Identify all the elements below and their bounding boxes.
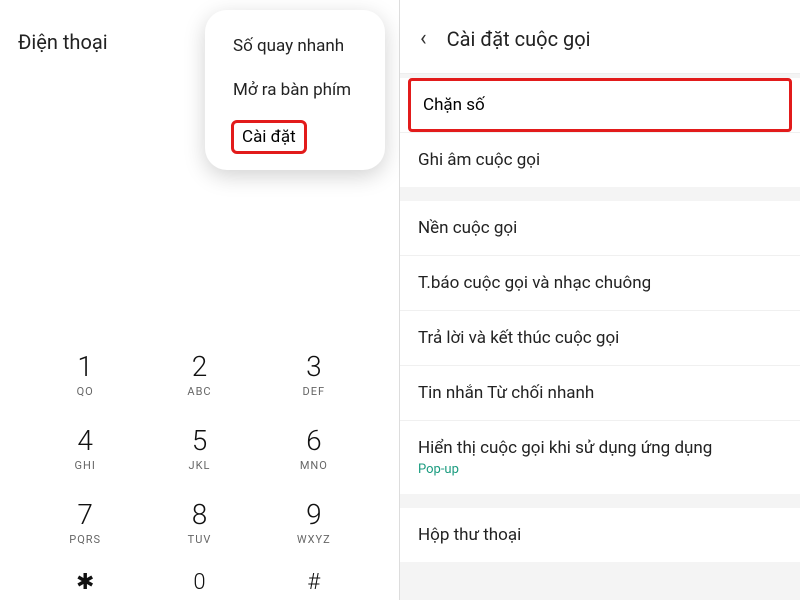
settings-group-1: Chặn số Ghi âm cuộc gọi (400, 78, 800, 187)
dialer-keypad: 1 QO 2 ABC 3 DEF 4 GHI 5 JKL 6 MNO (0, 338, 399, 600)
key-7[interactable]: 7 PQRS (28, 486, 142, 560)
key-8[interactable]: 8 TUV (142, 486, 256, 560)
key-sub: MNO (300, 459, 328, 471)
key-digit: 5 (192, 427, 208, 455)
overflow-menu: Số quay nhanh Mở ra bàn phím Cài đặt (205, 10, 385, 170)
key-sub: PQRS (69, 533, 101, 545)
key-sub: WXYZ (297, 533, 331, 545)
menu-speed-dial[interactable]: Số quay nhanh (227, 24, 363, 68)
key-digit: 7 (77, 501, 93, 529)
key-digit: 1 (77, 353, 93, 381)
setting-alerts-ringtone[interactable]: T.báo cuộc gọi và nhạc chuông (400, 255, 800, 310)
key-9[interactable]: 9 WXYZ (257, 486, 371, 560)
call-settings-pane: ‹ Cài đặt cuộc gọi Chặn số Ghi âm cuộc g… (400, 0, 800, 600)
key-digit: 0 (193, 572, 205, 594)
key-sub: JKL (189, 459, 211, 471)
phone-pane: Điện thoại Số quay nhanh Mở ra bàn phím … (0, 0, 400, 600)
menu-settings-highlighted[interactable]: Cài đặt (231, 120, 307, 154)
setting-label: Hiển thị cuộc gọi khi sử dụng ứng dụng (418, 438, 712, 458)
settings-group-2: Nền cuộc gọi T.báo cuộc gọi và nhạc chuô… (400, 201, 800, 494)
setting-block-numbers-highlighted[interactable]: Chặn số (408, 78, 792, 132)
key-digit: 4 (77, 427, 93, 455)
key-digit: 2 (192, 353, 208, 381)
key-digit: ✱ (76, 572, 94, 594)
key-sub: GHI (74, 459, 95, 471)
key-sub: DEF (303, 385, 326, 397)
key-1[interactable]: 1 QO (28, 338, 142, 412)
menu-open-keypad[interactable]: Mở ra bàn phím (227, 68, 363, 112)
setting-answer-end[interactable]: Trả lời và kết thúc cuộc gọi (400, 310, 800, 365)
key-5[interactable]: 5 JKL (142, 412, 256, 486)
key-3[interactable]: 3 DEF (257, 338, 371, 412)
setting-show-calls-in-apps[interactable]: Hiển thị cuộc gọi khi sử dụng ứng dụng P… (400, 420, 800, 494)
setting-voicemail[interactable]: Hộp thư thoại (400, 508, 800, 562)
key-sub: QO (77, 385, 94, 397)
key-star[interactable]: ✱ (28, 560, 142, 600)
key-4[interactable]: 4 GHI (28, 412, 142, 486)
key-0[interactable]: 0 (142, 560, 256, 600)
back-icon[interactable]: ‹ (414, 24, 433, 53)
key-2[interactable]: 2 ABC (142, 338, 256, 412)
settings-title: Cài đặt cuộc gọi (447, 27, 591, 51)
key-hash[interactable]: # (257, 560, 371, 600)
setting-call-background[interactable]: Nền cuộc gọi (400, 201, 800, 255)
setting-quick-decline[interactable]: Tin nhắn Từ chối nhanh (400, 365, 800, 420)
setting-call-recording[interactable]: Ghi âm cuộc gọi (400, 132, 800, 187)
key-digit: 6 (306, 427, 322, 455)
key-sub: ABC (187, 385, 211, 397)
key-sub: TUV (188, 533, 212, 545)
phone-title: Điện thoại (18, 30, 108, 54)
key-digit: 9 (306, 501, 322, 529)
key-digit: 8 (192, 501, 208, 529)
key-digit: # (307, 572, 320, 594)
setting-subtext: Pop-up (418, 462, 782, 477)
settings-group-3: Hộp thư thoại (400, 508, 800, 562)
settings-header: ‹ Cài đặt cuộc gọi (400, 0, 800, 74)
key-digit: 3 (306, 353, 322, 381)
key-6[interactable]: 6 MNO (257, 412, 371, 486)
